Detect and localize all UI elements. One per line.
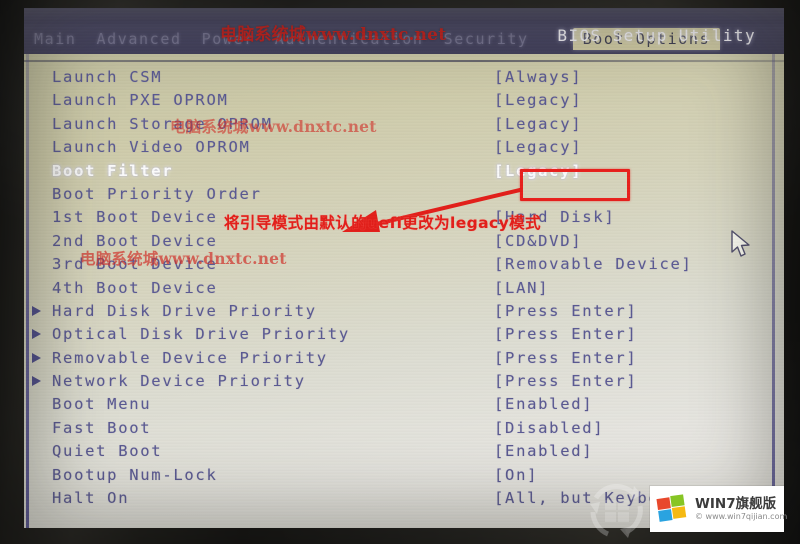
setting-label: Launch PXE OPROM: [52, 91, 229, 110]
setting-label: Network Device Priority: [52, 372, 306, 391]
settings-row[interactable]: 4th Boot Device [LAN]: [24, 279, 784, 302]
setting-label: Launch Video OPROM: [52, 138, 251, 157]
win7-badge: WIN7旗舰版 © www.win7qijian.com: [650, 486, 787, 532]
setting-value[interactable]: [On]: [494, 466, 538, 484]
settings-row[interactable]: Optical Disk Drive Priority [Press Enter]: [24, 325, 784, 348]
setting-label: Quiet Boot: [52, 442, 163, 461]
submenu-arrow-icon: [32, 376, 41, 387]
setting-value[interactable]: [Enabled]: [494, 442, 593, 460]
setting-value[interactable]: [Disabled]: [494, 419, 604, 437]
setting-value[interactable]: [Removable Device]: [494, 255, 693, 273]
settings-row[interactable]: Network Device Priority [Press Enter]: [24, 372, 784, 395]
site-watermark: 电脑系统城www.dnxtc.net: [80, 249, 287, 268]
highlight-rectangle: [520, 169, 630, 201]
site-watermark: 电脑系统城www.dnxtc.net: [170, 117, 377, 136]
site-watermark: 电脑系统城www.dnxtc.net: [220, 25, 447, 45]
setting-label: Hard Disk Drive Priority: [52, 301, 317, 320]
settings-row[interactable]: Quiet Boot [Enabled]: [24, 442, 784, 465]
settings-list[interactable]: Launch CSM [Always] Launch PXE OPROM [Legac…: [24, 68, 784, 512]
settings-row[interactable]: Launch CSM [Always]: [24, 68, 784, 91]
submenu-arrow-icon: [32, 352, 41, 363]
setting-label: Halt On: [52, 489, 130, 508]
setting-value[interactable]: [Press Enter]: [494, 372, 637, 390]
setting-value[interactable]: [LAN]: [494, 279, 549, 297]
setting-label: Boot Priority Order: [52, 184, 262, 203]
submenu-arrow-icon: [32, 305, 41, 316]
mouse-cursor-icon: [731, 230, 750, 257]
tab-main[interactable]: Main: [24, 28, 87, 50]
settings-row[interactable]: Launch Video OPROM [Legacy]: [24, 138, 784, 161]
settings-row[interactable]: Boot Menu [Enabled]: [24, 395, 784, 418]
settings-row[interactable]: Launch Storage OPROM [Legacy]: [24, 115, 784, 138]
setting-label: 1st Boot Device: [52, 208, 218, 227]
panel-top-divider: [24, 60, 784, 62]
settings-row[interactable]: Removable Device Priority [Press Enter]: [24, 349, 784, 372]
windows-logo-icon: [656, 494, 687, 522]
setting-label: Boot Filter: [52, 161, 174, 180]
tab-security[interactable]: Security: [434, 28, 539, 50]
recycle-arrows-icon: [590, 483, 643, 538]
settings-panel: Launch CSM [Always] Launch PXE OPROM [Legac…: [24, 54, 784, 528]
setting-value[interactable]: [Press Enter]: [494, 325, 637, 343]
bios-screen: Main Advanced Power Authentication Security B…: [24, 8, 784, 528]
setting-value[interactable]: [Always]: [494, 68, 582, 86]
setting-value[interactable]: [Press Enter]: [494, 349, 637, 367]
page-title: BIOS Setup Utility: [557, 26, 756, 45]
setting-label: Removable Device Priority: [52, 348, 328, 367]
setting-value[interactable]: [Enabled]: [494, 395, 593, 413]
tab-advanced[interactable]: Advanced: [87, 28, 192, 50]
badge-subtitle: © www.win7qijian.com: [695, 511, 788, 521]
badge-title: WIN7旗舰版: [695, 495, 777, 512]
settings-row[interactable]: Boot Filter [Legacy]: [24, 162, 784, 185]
setting-value[interactable]: [Legacy]: [494, 138, 582, 156]
setting-value[interactable]: [Legacy]: [494, 91, 582, 109]
setting-label: Launch CSM: [52, 68, 163, 86]
setting-label: Optical Disk Drive Priority: [52, 325, 350, 344]
setting-label: Bootup Num-Lock: [52, 465, 218, 484]
setting-value[interactable]: [Legacy]: [494, 115, 582, 133]
setting-value[interactable]: [Press Enter]: [494, 302, 637, 320]
settings-row[interactable]: Fast Boot [Disabled]: [24, 419, 784, 442]
watermark-badge: WIN7旗舰版 © www.win7qijian.com: [584, 478, 800, 544]
setting-label: Boot Menu: [52, 395, 152, 414]
setting-label: Fast Boot: [52, 418, 152, 437]
settings-row[interactable]: Hard Disk Drive Priority [Press Enter]: [24, 302, 784, 325]
settings-row[interactable]: Launch PXE OPROM [Legacy]: [24, 91, 784, 114]
submenu-arrow-icon: [32, 329, 41, 340]
annotation-text: 将引导模式由默认的uefi更改为legacy模式: [224, 214, 541, 232]
setting-label: 4th Boot Device: [52, 278, 218, 297]
badge-text-block: WIN7旗舰版 © www.win7qijian.com: [695, 497, 787, 522]
